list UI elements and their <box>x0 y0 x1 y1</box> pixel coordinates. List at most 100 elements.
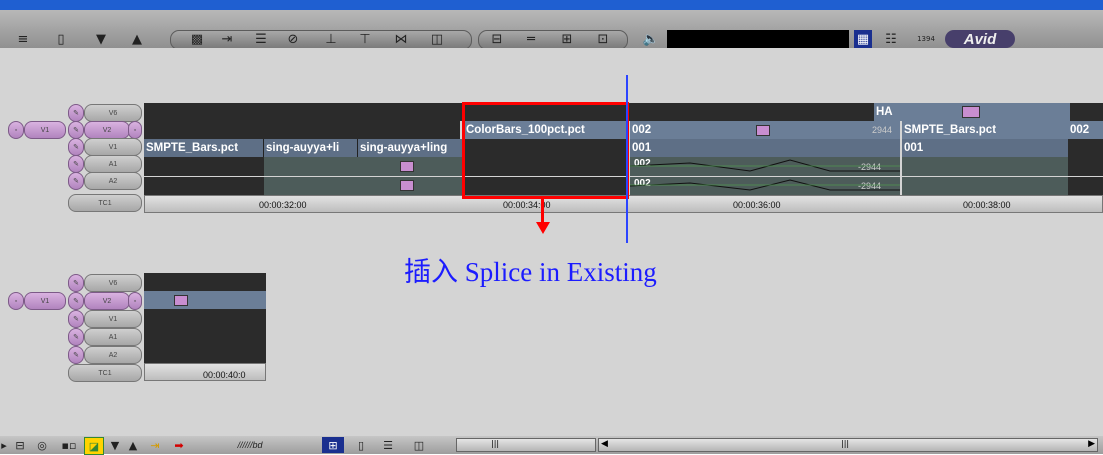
pencil-icon[interactable]: ✎ <box>68 346 84 364</box>
timecode-ruler[interactable]: 00:00:40:0 <box>144 363 266 381</box>
track-button-a1[interactable]: A1 <box>84 155 142 173</box>
page-icon[interactable]: ▯ <box>352 437 370 453</box>
clip-v1-001-b[interactable]: 001 <box>902 139 1068 157</box>
sync-icon[interactable]: ⊞ <box>558 30 576 48</box>
track-a1-empty <box>144 327 266 345</box>
track-button-v6[interactable]: V6 <box>84 104 142 122</box>
source-monitor-icon[interactable]: ▫ <box>8 121 24 139</box>
clip-v2-smpte[interactable]: SMPTE_Bars.pct <box>902 121 1068 139</box>
clip-a1-tail[interactable] <box>902 157 1068 176</box>
target-icon[interactable]: ◎ <box>34 437 50 453</box>
pencil-icon[interactable]: ✎ <box>68 121 84 139</box>
clip-a2-tail[interactable] <box>902 177 1068 195</box>
clip-v1-001-a[interactable]: 001 <box>630 139 900 157</box>
grid-icon[interactable]: ▦ <box>854 30 872 48</box>
speaker-icon[interactable]: 🔈 <box>640 30 662 48</box>
pencil-icon[interactable]: ✎ <box>68 104 84 122</box>
align-icon[interactable]: ≡ <box>12 30 34 48</box>
source-track-button[interactable]: V1 <box>24 292 66 310</box>
track-button-a2[interactable]: A2 <box>84 172 142 190</box>
export-icon[interactable]: ⇥ <box>218 30 236 48</box>
list-icon[interactable]: ☷ <box>882 30 900 48</box>
triangle-up-icon[interactable]: ▲ <box>126 437 140 453</box>
pencil-icon[interactable]: ✎ <box>68 292 84 310</box>
track-v1-empty <box>144 309 266 327</box>
volume-envelope <box>630 159 900 191</box>
clip-v2[interactable] <box>144 291 266 309</box>
zoom-slider[interactable]: ||| <box>456 438 596 452</box>
layout-icon[interactable]: ═ <box>522 30 540 48</box>
track-button-tc1[interactable]: TC1 <box>68 364 142 382</box>
effect-icon <box>756 125 770 136</box>
track-button-a2[interactable]: A2 <box>84 346 142 364</box>
timecode-label: 00:00:32:00 <box>259 200 307 210</box>
pencil-icon[interactable]: ✎ <box>68 274 84 292</box>
track-button-a1[interactable]: A1 <box>84 328 142 346</box>
track-a1-end <box>1068 157 1103 176</box>
keyframe-icon[interactable]: ⊤ <box>356 30 374 48</box>
pencil-icon[interactable]: ✎ <box>68 328 84 346</box>
minus-icon[interactable]: ⊟ <box>488 30 506 48</box>
triangle-up-icon[interactable]: ▲ <box>128 30 146 48</box>
pencil-icon[interactable]: ✎ <box>68 310 84 328</box>
scroll-right-icon[interactable]: ▶ <box>1088 439 1095 449</box>
crop-icon[interactable]: ⊥ <box>322 30 340 48</box>
edit-tools-group <box>170 30 472 50</box>
track-monitor-icon[interactable]: ▫ <box>128 292 142 310</box>
clip-icon[interactable]: ▯ <box>52 30 70 48</box>
slider-handle[interactable]: ||| <box>491 439 499 448</box>
track-a2-empty <box>144 345 266 363</box>
mark-icon[interactable]: ⊡ <box>594 30 612 48</box>
split-view-icon[interactable]: ◫ <box>408 437 430 453</box>
frame-icon[interactable]: ▩ <box>188 30 206 48</box>
scroll-thumb[interactable]: ||| <box>841 439 849 448</box>
track-button-tc1[interactable]: TC1 <box>68 194 142 212</box>
clip-v1-sing-1[interactable]: sing-auyya+li <box>264 139 358 157</box>
pencil-icon[interactable]: ✎ <box>68 138 84 156</box>
track-v6-tail <box>1070 103 1103 121</box>
clip-v2-002-tail[interactable]: 002 <box>1068 121 1103 139</box>
split-icon[interactable]: ◫ <box>428 30 446 48</box>
stack-icon[interactable]: ☰ <box>252 30 270 48</box>
list-view-icon[interactable]: ☰ <box>378 437 398 453</box>
audio-effect-icon <box>400 180 414 191</box>
timecode-label: 00:00:36:00 <box>733 200 781 210</box>
source-track-button[interactable]: V1 <box>24 121 66 139</box>
track-a1-empty <box>144 157 264 176</box>
avid-logo: Avid <box>945 30 1015 48</box>
clip-v1-sing-2[interactable]: sing-auyya+ling <box>358 139 464 157</box>
no-icon[interactable]: ⊘ <box>284 30 302 48</box>
bowtie-icon[interactable]: ⋈ <box>392 30 410 48</box>
counter-icon[interactable]: 1394 <box>914 30 938 48</box>
audio-effect-icon <box>400 161 414 172</box>
clip-a1-sing[interactable] <box>264 157 464 176</box>
highlight-box <box>462 102 629 199</box>
lift-icon[interactable]: ⇥ <box>146 437 164 453</box>
scroll-left-icon[interactable]: ◀ <box>601 439 608 449</box>
pencil-icon[interactable]: ✎ <box>68 172 84 190</box>
effect-icon <box>962 106 980 118</box>
track-button-v1[interactable]: V1 <box>84 138 142 156</box>
clip-v1-smpte[interactable]: SMPTE_Bars.pct <box>144 139 264 157</box>
extract-icon[interactable]: ➡ <box>170 437 188 453</box>
arrow-down-icon <box>536 222 550 234</box>
tracks-icon[interactable]: ▪▫ <box>58 437 80 453</box>
timeline-view-icon[interactable]: ⊞ <box>322 437 344 453</box>
triangle-down-icon[interactable]: ▼ <box>92 30 110 48</box>
track-button-v2[interactable]: V2 <box>84 121 130 139</box>
timecode-label: 00:00:40:0 <box>203 370 246 380</box>
track-button-v2[interactable]: V2 <box>84 292 130 310</box>
tray-icon[interactable]: ⊟ <box>12 437 28 453</box>
triangle-down-icon[interactable]: ▼ <box>108 437 122 453</box>
source-monitor-icon[interactable]: ▫ <box>8 292 24 310</box>
track-v6-empty <box>144 273 266 291</box>
pencil-icon[interactable]: ✎ <box>68 155 84 173</box>
insertion-line <box>626 75 628 243</box>
clip-a2-sing[interactable] <box>264 177 464 195</box>
track-a2-end <box>1068 177 1103 195</box>
track-button-v1[interactable]: V1 <box>84 310 142 328</box>
track-button-v6[interactable]: V6 <box>84 274 142 292</box>
track-monitor-icon[interactable]: ▫ <box>128 121 142 139</box>
timeline-scrollbar[interactable]: ◀ ||| ▶ <box>598 438 1098 452</box>
color-correction-icon[interactable]: ◪ <box>84 437 104 455</box>
